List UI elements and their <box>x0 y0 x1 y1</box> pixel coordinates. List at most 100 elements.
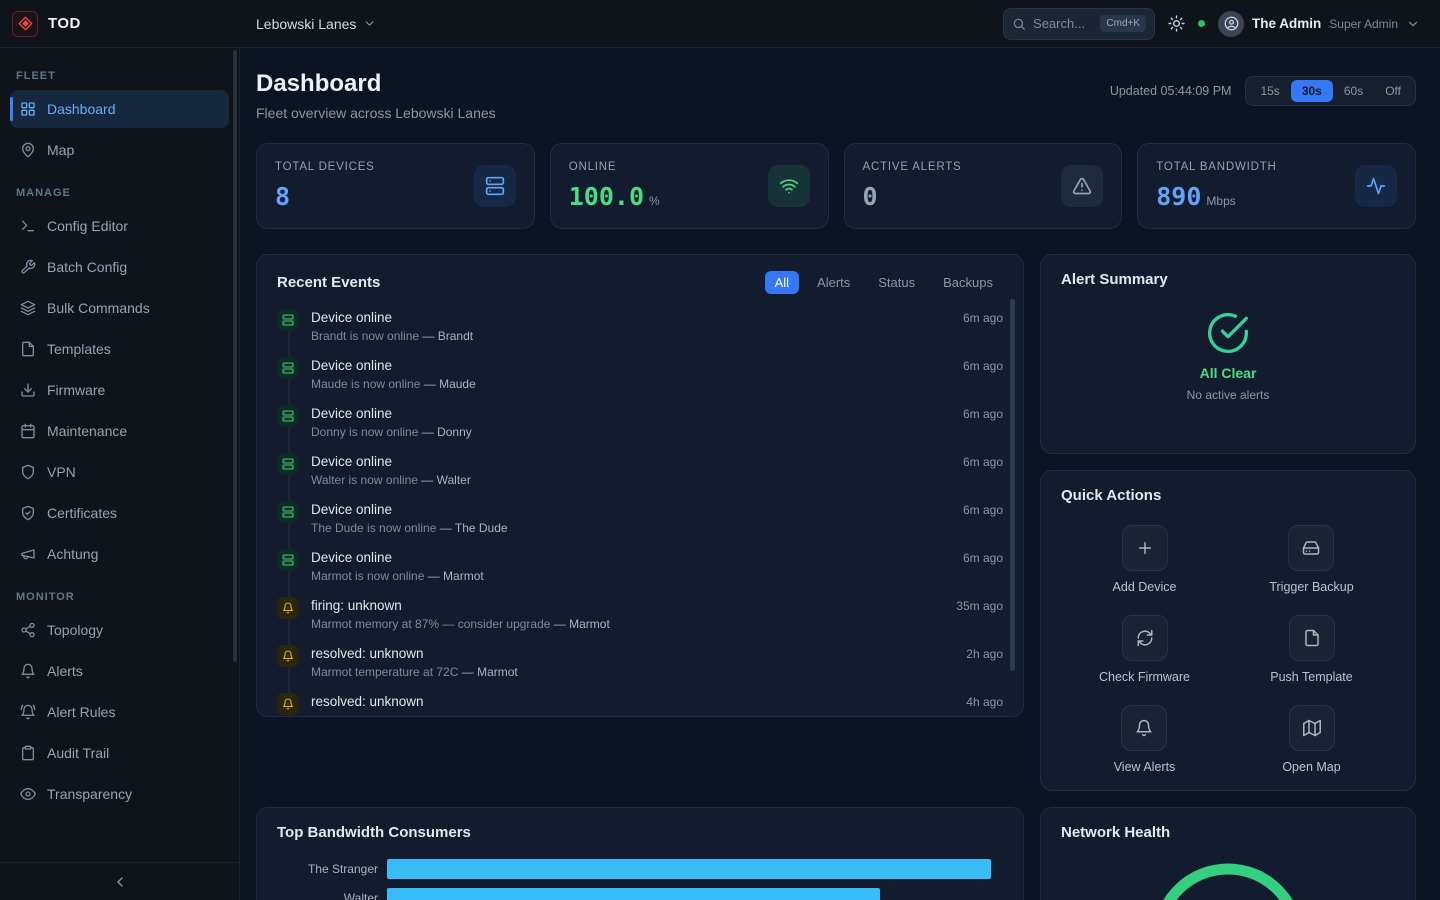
server-icon <box>474 165 516 207</box>
activity-icon <box>1355 165 1397 207</box>
bandwidth-row: The Stranger <box>277 859 1003 879</box>
sidebar-collapse-button[interactable] <box>112 874 128 890</box>
stat-value: 0 <box>863 182 878 211</box>
event-row[interactable]: Device online The Dude is now online — T… <box>277 496 1003 544</box>
stat-label: ONLINE <box>569 161 660 173</box>
event-time: 6m ago <box>963 405 1003 421</box>
stat-card-online: ONLINE 100.0% <box>550 143 829 229</box>
user-icon <box>1224 16 1239 31</box>
sidebar-item-certificates[interactable]: Certificates <box>10 494 229 532</box>
sidebar-item-map[interactable]: Map <box>10 131 229 169</box>
server-icon <box>277 453 299 475</box>
push-template-button[interactable]: Push Template <box>1270 615 1352 684</box>
check-firmware-button[interactable]: Check Firmware <box>1099 615 1190 684</box>
sidebar-item-firmware[interactable]: Firmware <box>10 371 229 409</box>
plus-icon <box>1122 525 1168 571</box>
tab-status[interactable]: Status <box>868 271 925 294</box>
events-filter-tabs: All Alerts Status Backups <box>765 271 1003 294</box>
sidebar-item-achtung[interactable]: Achtung <box>10 535 229 573</box>
event-row[interactable]: firing: unknown Marmot memory at 87% — c… <box>277 592 1003 640</box>
events-list: Device online Brandt is now online — Bra… <box>257 302 1023 717</box>
search-input[interactable] <box>1033 16 1093 31</box>
events-scrollbar[interactable] <box>1010 299 1015 671</box>
add-device-button[interactable]: Add Device <box>1113 525 1177 594</box>
avatar <box>1218 11 1244 37</box>
quick-actions-panel: Quick Actions Add Device Trigger Backup … <box>1040 470 1416 791</box>
main-content: Dashboard Fleet overview across Lebowski… <box>240 48 1440 900</box>
recent-events-panel: Recent Events All Alerts Status Backups … <box>256 254 1024 717</box>
event-time: 6m ago <box>963 357 1003 373</box>
terminal-icon <box>20 218 36 234</box>
sidebar-scrollbar[interactable] <box>233 50 237 662</box>
sidebar-item-topology[interactable]: Topology <box>10 611 229 649</box>
sidebar-item-alerts[interactable]: Alerts <box>10 652 229 690</box>
tab-all[interactable]: All <box>765 271 799 294</box>
event-row[interactable]: resolved: unknown 4h ago <box>277 688 1003 717</box>
brand: TOD <box>0 11 240 37</box>
sidebar-item-label: Audit Trail <box>47 745 109 761</box>
stat-value: 8 <box>275 182 290 211</box>
open-map-button[interactable]: Open Map <box>1282 705 1340 774</box>
sidebar-item-label: Config Editor <box>47 218 128 234</box>
bell-icon <box>20 663 36 679</box>
user-name: The Admin <box>1252 16 1321 31</box>
wrench-icon <box>20 259 36 275</box>
shield-icon <box>20 464 36 480</box>
refresh-option-15s[interactable]: 15s <box>1249 80 1290 102</box>
recent-events-title: Recent Events <box>277 274 380 291</box>
refresh-option-30s[interactable]: 30s <box>1291 80 1333 102</box>
tab-backups[interactable]: Backups <box>933 271 1003 294</box>
tab-alerts[interactable]: Alerts <box>807 271 860 294</box>
event-row[interactable]: Device online Maude is now online — Maud… <box>277 352 1003 400</box>
sidebar-item-config-editor[interactable]: Config Editor <box>10 207 229 245</box>
file-text-icon <box>20 341 36 357</box>
refresh-option-off[interactable]: Off <box>1374 80 1412 102</box>
view-alerts-button[interactable]: View Alerts <box>1114 705 1176 774</box>
user-menu[interactable]: The Admin Super Admin <box>1218 11 1420 37</box>
sidebar-item-audit-trail[interactable]: Audit Trail <box>10 734 229 772</box>
wifi-icon <box>768 165 810 207</box>
event-time: 6m ago <box>963 501 1003 517</box>
sidebar-item-maintenance[interactable]: Maintenance <box>10 412 229 450</box>
bandwidth-chart: The Stranger Walter <box>277 859 1003 900</box>
sidebar-item-batch-config[interactable]: Batch Config <box>10 248 229 286</box>
chevron-down-icon <box>1406 17 1420 31</box>
network-health-title: Network Health <box>1061 824 1170 841</box>
event-row[interactable]: resolved: unknown Marmot temperature at … <box>277 640 1003 688</box>
stat-value: 890 <box>1156 182 1201 211</box>
sidebar-item-alert-rules[interactable]: Alert Rules <box>10 693 229 731</box>
refresh-option-60s[interactable]: 60s <box>1333 80 1374 102</box>
sidebar-item-templates[interactable]: Templates <box>10 330 229 368</box>
org-switcher[interactable]: Lebowski Lanes <box>256 16 376 32</box>
user-role: Super Admin <box>1329 17 1398 31</box>
stat-unit: Mbps <box>1206 194 1235 208</box>
theme-toggle-button[interactable] <box>1168 15 1185 32</box>
event-row[interactable]: Device online Marmot is now online — Mar… <box>277 544 1003 592</box>
sidebar-item-dashboard[interactable]: Dashboard <box>10 90 229 128</box>
topbar: TOD Lebowski Lanes Cmd+K The Admin Super… <box>0 0 1440 48</box>
sidebar-item-label: Templates <box>47 341 111 357</box>
check-circle-icon <box>1206 311 1250 355</box>
event-row[interactable]: Device online Donny is now online — Donn… <box>277 400 1003 448</box>
bandwidth-device-label: The Stranger <box>277 862 387 876</box>
network-health-panel: Network Health <box>1040 807 1416 900</box>
event-row[interactable]: Device online Brandt is now online — Bra… <box>277 304 1003 352</box>
chevron-down-icon <box>363 17 376 30</box>
sidebar-item-vpn[interactable]: VPN <box>10 453 229 491</box>
sidebar-item-label: Bulk Commands <box>47 300 150 316</box>
sidebar-item-transparency[interactable]: Transparency <box>10 775 229 813</box>
bell-icon <box>277 645 299 667</box>
event-time: 6m ago <box>963 453 1003 469</box>
server-icon <box>277 309 299 331</box>
trigger-backup-button[interactable]: Trigger Backup <box>1269 525 1353 594</box>
event-row[interactable]: Device online Walter is now online — Wal… <box>277 448 1003 496</box>
sidebar-item-label: Topology <box>47 622 103 638</box>
sidebar-item-label: Alert Rules <box>47 704 115 720</box>
stat-label: ACTIVE ALERTS <box>863 161 962 173</box>
quick-actions-title: Quick Actions <box>1061 487 1161 504</box>
sidebar-item-bulk-commands[interactable]: Bulk Commands <box>10 289 229 327</box>
hard-drive-icon <box>1288 525 1334 571</box>
search-box[interactable]: Cmd+K <box>1003 8 1155 40</box>
server-icon <box>277 501 299 523</box>
bandwidth-title: Top Bandwidth Consumers <box>277 824 471 841</box>
